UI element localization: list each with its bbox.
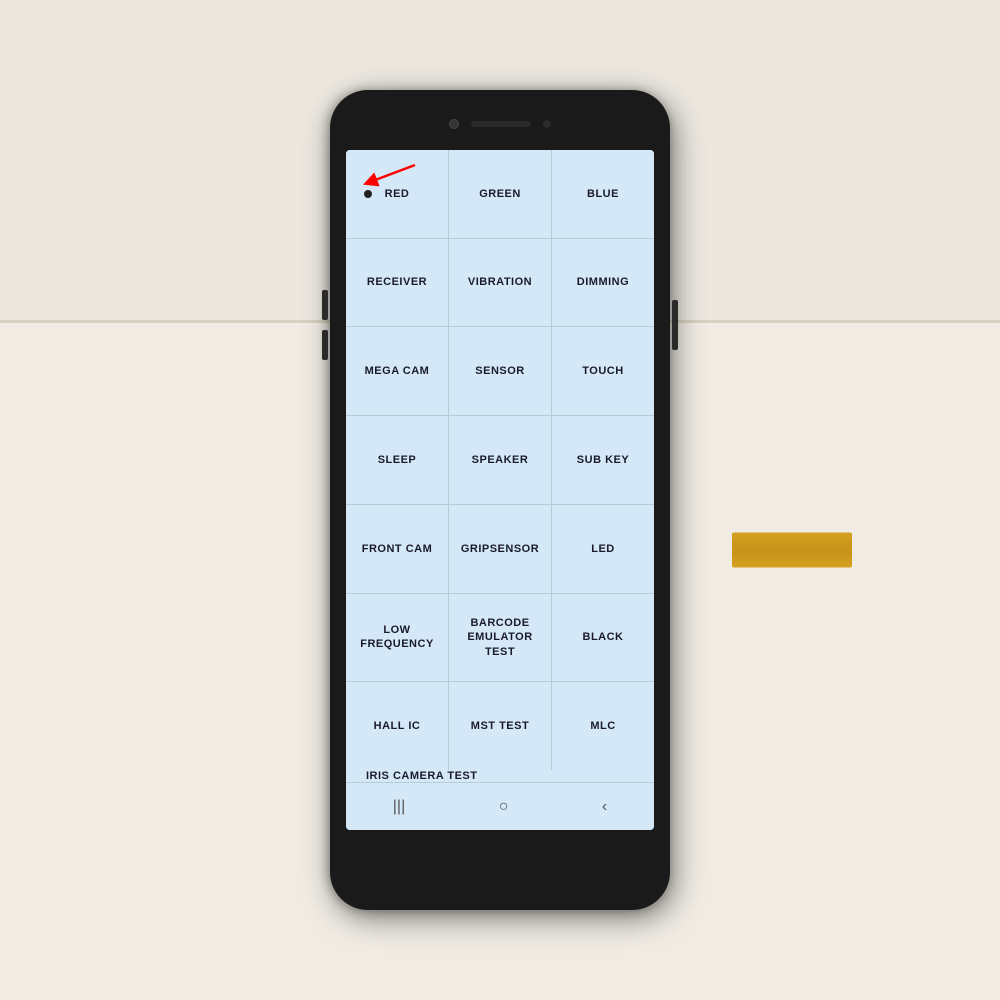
recent-apps-icon[interactable]: ||| xyxy=(393,798,405,816)
low-frequency-label: LOW FREQUENCY xyxy=(350,623,444,652)
phone-body: RED GREEN BLUE RECEIVER VIBRATION DIMMING MEG… xyxy=(330,90,670,910)
red-arrow-icon xyxy=(360,160,420,190)
green-label: GREEN xyxy=(479,187,521,201)
volume-down-button[interactable] xyxy=(322,330,328,360)
sensor-dot xyxy=(543,120,551,128)
phone-screen: RED GREEN BLUE RECEIVER VIBRATION DIMMING MEG… xyxy=(346,150,654,830)
mlc-label: MLC xyxy=(590,719,615,733)
vibration-button[interactable]: VIBRATION xyxy=(449,239,551,327)
black-button[interactable]: BLACK xyxy=(552,594,654,682)
red-indicator-dot xyxy=(364,190,372,198)
green-button[interactable]: GREEN xyxy=(449,150,551,238)
sleep-label: SLEEP xyxy=(378,453,417,467)
hall-ic-label: HALL IC xyxy=(374,719,421,733)
dimming-label: DIMMING xyxy=(577,275,629,289)
receiver-label: RECEIVER xyxy=(367,275,427,289)
sensor-label: SENSOR xyxy=(475,364,524,378)
front-cam-button[interactable]: FRONT CAM xyxy=(346,505,448,593)
ribbon-cable xyxy=(732,533,852,568)
black-label: BLACK xyxy=(583,630,624,644)
front-cam-label: FRONT CAM xyxy=(362,542,433,556)
sensor-button[interactable]: SENSOR xyxy=(449,327,551,415)
blue-button[interactable]: BLUE xyxy=(552,150,654,238)
home-icon[interactable]: ○ xyxy=(499,798,509,816)
sub-key-button[interactable]: SUB KEY xyxy=(552,416,654,504)
iris-camera-test-button[interactable]: IRIS CAMERA TEST xyxy=(346,770,654,782)
hall-ic-button[interactable]: HALL IC xyxy=(346,682,448,770)
red-button[interactable]: RED xyxy=(346,150,448,238)
mst-test-label: MST TEST xyxy=(471,719,529,733)
gripsensor-button[interactable]: GRIPSENSOR xyxy=(449,505,551,593)
iris-camera-test-label: IRIS CAMERA TEST xyxy=(366,770,478,782)
touch-label: TOUCH xyxy=(582,364,623,378)
low-frequency-button[interactable]: LOW FREQUENCY xyxy=(346,594,448,682)
power-button[interactable] xyxy=(672,300,678,350)
mega-cam-label: MEGA CAM xyxy=(365,364,430,378)
speaker-label: SPEAKER xyxy=(472,453,529,467)
gripsensor-label: GRIPSENSOR xyxy=(461,542,539,556)
led-label: LED xyxy=(591,542,615,556)
barcode-emulator-test-button[interactable]: BARCODE EMULATOR TEST xyxy=(449,594,551,682)
earpiece-speaker xyxy=(471,121,531,127)
receiver-button[interactable]: RECEIVER xyxy=(346,239,448,327)
mega-cam-button[interactable]: MEGA CAM xyxy=(346,327,448,415)
speaker-button[interactable]: SPEAKER xyxy=(449,416,551,504)
phone-top-bar xyxy=(330,90,670,150)
touch-button[interactable]: TOUCH xyxy=(552,327,654,415)
barcode-emulator-test-label: BARCODE EMULATOR TEST xyxy=(453,616,547,659)
dimming-button[interactable]: DIMMING xyxy=(552,239,654,327)
navigation-bar: ||| ○ ‹ xyxy=(346,782,654,830)
mlc-button[interactable]: MLC xyxy=(552,682,654,770)
button-grid: RED GREEN BLUE RECEIVER VIBRATION DIMMING MEG… xyxy=(346,150,654,770)
volume-up-button[interactable] xyxy=(322,290,328,320)
scene: RED GREEN BLUE RECEIVER VIBRATION DIMMING MEG… xyxy=(0,0,1000,1000)
mst-test-button[interactable]: MST TEST xyxy=(449,682,551,770)
sub-key-label: SUB KEY xyxy=(577,453,629,467)
back-icon[interactable]: ‹ xyxy=(602,798,607,816)
led-button[interactable]: LED xyxy=(552,505,654,593)
vibration-label: VIBRATION xyxy=(468,275,532,289)
sleep-button[interactable]: SLEEP xyxy=(346,416,448,504)
blue-label: BLUE xyxy=(587,187,619,201)
front-camera-dot xyxy=(449,119,459,129)
